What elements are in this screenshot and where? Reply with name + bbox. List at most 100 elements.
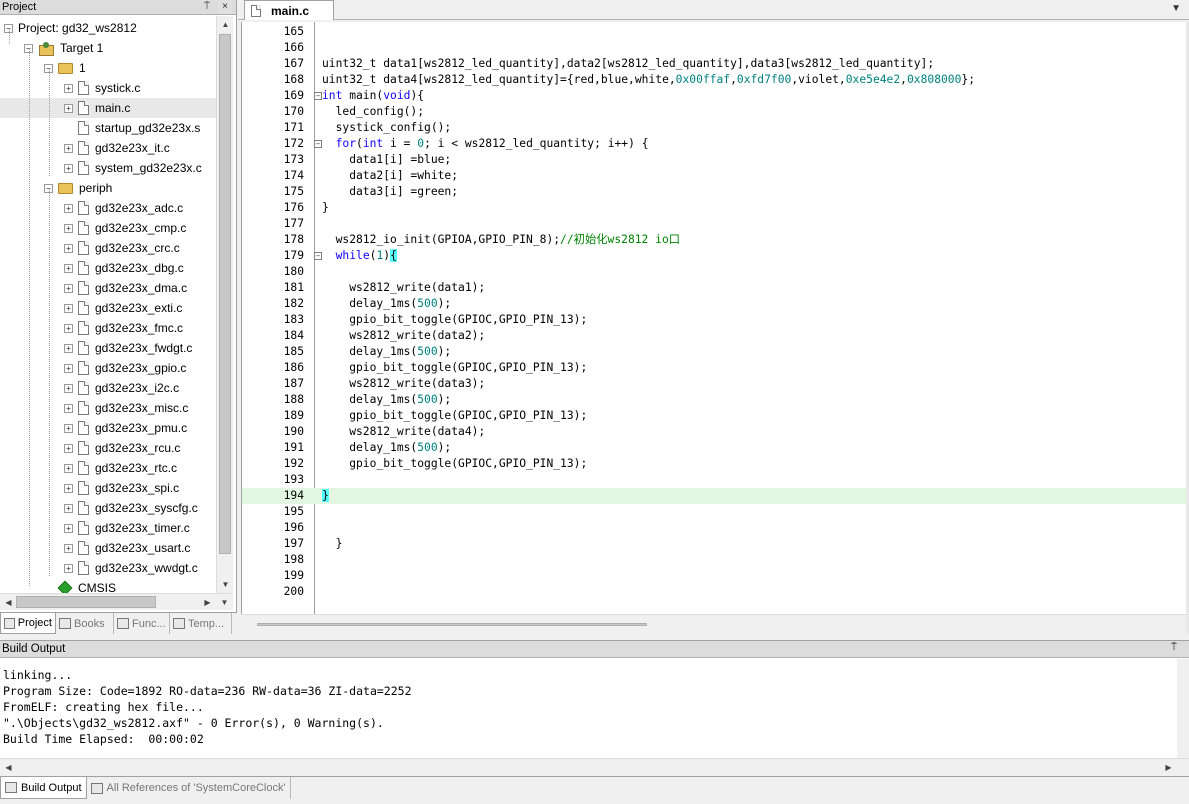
file-icon — [78, 361, 89, 375]
expand-icon[interactable]: + — [64, 303, 73, 313]
tree-item[interactable]: + systick.c — [0, 78, 140, 98]
expand-icon[interactable]: + — [64, 503, 73, 513]
line-number: 190 — [283, 425, 304, 438]
code-token: systick_config(); — [322, 121, 452, 134]
tree-item[interactable]: + gd32e23x_i2c.c — [0, 378, 179, 398]
code-text: int main(void){ — [322, 88, 424, 104]
tab-func[interactable]: Func... — [114, 613, 170, 634]
tree-item[interactable]: + gd32e23x_exti.c — [0, 298, 182, 318]
tab-temp[interactable]: Temp... — [170, 613, 232, 634]
tree-item[interactable]: + gd32e23x_it.c — [0, 138, 170, 158]
code-line: 192 gpio_bit_toggle(GPIOC,GPIO_PIN_13); — [242, 456, 1186, 472]
tab-all-references[interactable]: All References of 'SystemCoreClock' — [87, 777, 291, 799]
expand-icon[interactable]: + — [64, 483, 73, 493]
tree-item[interactable]: + gd32e23x_dbg.c — [0, 258, 184, 278]
expand-icon[interactable]: + — [64, 403, 73, 413]
tab-menu-dropdown-icon[interactable]: ▼ — [1171, 3, 1181, 14]
scroll-down-icon[interactable]: ▼ — [217, 576, 234, 593]
tree-item[interactable]: + gd32e23x_fmc.c — [0, 318, 183, 338]
tab-main-c[interactable]: main.c — [244, 0, 334, 20]
line-number: 183 — [283, 313, 304, 326]
line-number: 174 — [283, 169, 304, 182]
project-panel-header: Project ⍑ × — [0, 0, 236, 15]
tree-item[interactable]: + gd32e23x_gpio.c — [0, 358, 186, 378]
file-icon — [78, 561, 89, 575]
code-line: 189 gpio_bit_toggle(GPIOC,GPIO_PIN_13); — [242, 408, 1186, 424]
expand-icon[interactable]: + — [64, 443, 73, 453]
code-line: 196 — [242, 520, 1186, 536]
expand-icon[interactable]: + — [64, 103, 73, 113]
expand-icon[interactable]: + — [64, 343, 73, 353]
scroll-up-icon[interactable]: ▲ — [217, 16, 234, 33]
tab-project[interactable]: Project — [0, 613, 56, 634]
expand-icon[interactable]: + — [64, 223, 73, 233]
expand-icon[interactable]: + — [64, 423, 73, 433]
tree-item[interactable]: + gd32e23x_adc.c — [0, 198, 183, 218]
expand-icon[interactable]: + — [64, 523, 73, 533]
tree-item[interactable]: + gd32e23x_spi.c — [0, 478, 179, 498]
code-editor[interactable]: 165 166 167 uint32_t data1[ws2812_led_quant… — [241, 22, 1186, 614]
expand-icon[interactable]: + — [64, 83, 73, 93]
expand-icon[interactable]: + — [64, 203, 73, 213]
code-text: delay_1ms(500); — [322, 344, 451, 360]
tree-item[interactable]: − periph — [0, 178, 112, 198]
tree-vertical-scrollbar[interactable]: ▲ ▼ — [216, 16, 233, 593]
scroll-right-icon[interactable]: ▶ — [199, 594, 216, 611]
expand-icon[interactable]: + — [64, 323, 73, 333]
scroll-left-icon[interactable]: ◀ — [0, 594, 17, 611]
tree-item[interactable]: + gd32e23x_crc.c — [0, 238, 180, 258]
tree-item[interactable]: + gd32e23x_rtc.c — [0, 458, 177, 478]
expand-icon[interactable]: + — [64, 143, 73, 153]
scroll-thumb[interactable] — [257, 623, 647, 626]
tree-item-label: 1 — [79, 61, 86, 75]
fold-toggle-icon[interactable]: − — [314, 252, 322, 260]
fold-toggle-icon[interactable]: − — [314, 140, 322, 148]
tree-item-label: CMSIS — [78, 581, 117, 593]
tree-item-label: gd32e23x_gpio.c — [95, 361, 187, 375]
expand-icon[interactable]: + — [64, 383, 73, 393]
tree-item[interactable]: CMSIS — [0, 578, 116, 593]
file-icon — [78, 481, 89, 495]
pin-icon[interactable]: ⍑ — [200, 0, 214, 14]
tree-item[interactable]: + system_gd32e23x.c — [0, 158, 202, 178]
functions-icon — [117, 618, 129, 629]
build-vertical-scrollbar[interactable] — [1177, 659, 1189, 759]
expand-icon[interactable]: + — [64, 243, 73, 253]
tab-build-output[interactable]: Build Output — [0, 777, 87, 799]
scroll-thumb[interactable] — [219, 34, 231, 554]
expand-icon[interactable]: + — [64, 283, 73, 293]
code-text: uint32_t data4[ws2812_led_quantity]={red… — [322, 72, 975, 88]
tree-item[interactable]: + gd32e23x_rcu.c — [0, 438, 180, 458]
pin-icon[interactable]: ⍑ — [1171, 642, 1177, 653]
tree-item-label: gd32e23x_syscfg.c — [95, 501, 198, 515]
scroll-thumb[interactable] — [16, 596, 156, 608]
close-icon[interactable]: × — [218, 0, 232, 14]
tree-connector — [9, 28, 10, 44]
expand-icon[interactable]: + — [64, 463, 73, 473]
code-token: 0x00ffaf — [675, 73, 731, 86]
expand-icon[interactable]: + — [64, 563, 73, 573]
expand-icon[interactable]: + — [64, 263, 73, 273]
tree-item-label: gd32e23x_it.c — [95, 141, 170, 155]
code-token: int — [322, 89, 343, 102]
scroll-right-icon[interactable]: ▶ — [1160, 759, 1177, 776]
editor-horizontal-scrollbar[interactable] — [241, 614, 1186, 634]
tree-item[interactable]: startup_gd32e23x.s — [0, 118, 200, 138]
line-number: 188 — [283, 393, 304, 406]
expand-icon[interactable]: + — [64, 163, 73, 173]
fold-toggle-icon[interactable]: − — [314, 92, 322, 100]
scroll-left-icon[interactable]: ◀ — [0, 759, 17, 776]
code-text: delay_1ms(500); — [322, 296, 451, 312]
expand-icon[interactable]: + — [64, 363, 73, 373]
tree-item[interactable]: + main.c — [0, 98, 216, 118]
tree-horizontal-scrollbar[interactable]: ◀ ▶ ▼ — [0, 593, 233, 610]
build-output-text[interactable]: linking... Program Size: Code=1892 RO-dat… — [3, 667, 412, 747]
build-horizontal-scrollbar[interactable]: ◀ ▶ — [0, 758, 1189, 775]
tree-item[interactable]: −1 — [0, 58, 86, 78]
tab-books[interactable]: Books — [56, 613, 114, 634]
scroll-down-icon[interactable]: ▼ — [216, 594, 233, 611]
tree-item[interactable]: − Target 1 — [0, 38, 103, 58]
expand-icon[interactable]: + — [64, 543, 73, 553]
tree-item[interactable]: − Project: gd32_ws2812 — [0, 18, 137, 38]
tree-item[interactable]: + gd32e23x_cmp.c — [0, 218, 186, 238]
